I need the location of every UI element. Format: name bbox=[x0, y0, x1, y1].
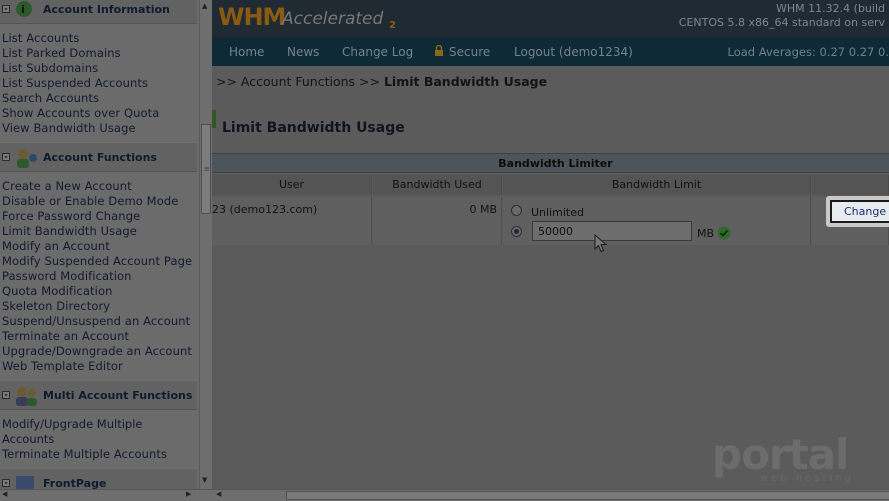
section-title: Account Functions bbox=[43, 151, 157, 164]
watermark-subtitle: web hosting bbox=[760, 473, 854, 484]
main-content: >> Account Functions >> Limit Bandwidth … bbox=[212, 66, 889, 489]
sidebar-link-modify-suspended-page[interactable]: Modify Suspended Account Page bbox=[2, 254, 197, 269]
check-icon bbox=[717, 226, 731, 240]
nav-change-log[interactable]: Change Log bbox=[342, 45, 413, 59]
unlimited-radio[interactable] bbox=[511, 205, 522, 216]
section-header-multi-account-functions[interactable]: - Multi Account Functions bbox=[0, 380, 197, 410]
column-header-action bbox=[812, 175, 889, 195]
column-header-user: User bbox=[212, 175, 372, 195]
collapse-icon[interactable]: - bbox=[2, 153, 10, 161]
scroll-up-icon[interactable]: ▲ bbox=[202, 2, 207, 10]
cell-bandwidth-limit: Unlimited MB bbox=[503, 197, 811, 245]
bandwidth-limiter-table: Bandwidth Limiter User Bandwidth Used Ba… bbox=[212, 153, 889, 245]
page-title-icon bbox=[212, 110, 216, 128]
breadcrumb-current: Limit Bandwidth Usage bbox=[383, 74, 548, 89]
sidebar-link-list-accounts[interactable]: List Accounts bbox=[2, 31, 197, 46]
sidebar-link-accounts-over-quota[interactable]: Show Accounts over Quota bbox=[2, 106, 197, 121]
nav-bar: Home News Change Log Secure Logout (demo… bbox=[212, 38, 889, 66]
section-header-frontpage[interactable]: - FrontPage bbox=[0, 468, 197, 489]
sidebar-link-search-accounts[interactable]: Search Accounts bbox=[2, 91, 197, 106]
section-title: FrontPage bbox=[43, 477, 107, 489]
breadcrumb-path[interactable]: >> Account Functions >> bbox=[216, 74, 384, 89]
account-functions-icon bbox=[17, 149, 37, 168]
bandwidth-limit-input[interactable] bbox=[532, 221, 692, 241]
sidebar-link-list-subdomains[interactable]: List Subdomains bbox=[2, 61, 197, 76]
sidebar-link-demo-mode[interactable]: Disable or Enable Demo Mode bbox=[2, 194, 197, 209]
unit-label: MB bbox=[697, 227, 715, 240]
sidebar-link-suspend-unsuspend[interactable]: Suspend/Unsuspend an Account bbox=[2, 314, 197, 329]
section-header-account-information[interactable]: - i Account Information bbox=[0, 0, 197, 24]
server-info: WHM 11.32.4 (build CENTOS 5.8 x86_64 sta… bbox=[679, 2, 885, 30]
sidebar-link-upgrade-downgrade[interactable]: Upgrade/Downgrade an Account bbox=[2, 344, 197, 359]
unlimited-label: Unlimited bbox=[531, 206, 584, 219]
nav-logout[interactable]: Logout (demo1234) bbox=[514, 45, 633, 59]
logo-version: 2 bbox=[389, 20, 396, 31]
breadcrumb: >> Account Functions >> Limit Bandwidth … bbox=[216, 74, 547, 89]
user-value: 23 (demo123.com) bbox=[212, 203, 318, 216]
watermark-logo: portal bbox=[712, 430, 849, 479]
sidebar-link-terminate-multiple[interactable]: Terminate Multiple Accounts bbox=[2, 447, 197, 462]
scroll-left-icon[interactable]: ◀ bbox=[216, 490, 221, 498]
load-averages: Load Averages: 0.27 0.27 0. bbox=[727, 45, 889, 59]
sidebar-link-force-password-change[interactable]: Force Password Change bbox=[2, 209, 197, 224]
svg-text:i: i bbox=[21, 3, 25, 16]
limit-radio[interactable] bbox=[511, 226, 522, 237]
version-line: WHM 11.32.4 (build bbox=[776, 2, 885, 15]
table-caption: Bandwidth Limiter bbox=[212, 153, 889, 173]
main-horizontal-scrollbar[interactable]: ◀ bbox=[212, 489, 889, 501]
header-bar: WHM Accelerated 2 WHM 11.32.4 (build CEN… bbox=[212, 0, 889, 38]
column-header-bandwidth-limit: Bandwidth Limit bbox=[503, 175, 811, 195]
sidebar-link-password-modification[interactable]: Password Modification bbox=[2, 269, 197, 284]
sidebar-link-list-parked-domains[interactable]: List Parked Domains bbox=[2, 46, 197, 61]
nav-news[interactable]: News bbox=[287, 45, 319, 59]
sidebar-link-modify-account[interactable]: Modify an Account bbox=[2, 239, 197, 254]
collapse-icon[interactable]: - bbox=[2, 5, 10, 13]
logo-whm: WHM bbox=[218, 3, 286, 31]
frontpage-icon bbox=[16, 476, 34, 489]
change-button[interactable]: Change bbox=[830, 200, 889, 223]
section-header-account-functions[interactable]: - Account Functions bbox=[0, 142, 197, 172]
cell-bandwidth-used: 0 MB bbox=[373, 197, 502, 245]
sidebar-link-quota-modification[interactable]: Quota Modification bbox=[2, 284, 197, 299]
section-title: Multi Account Functions bbox=[43, 389, 193, 402]
scrollbar-thumb[interactable]: ≡ bbox=[201, 124, 211, 214]
sidebar-link-skeleton-directory[interactable]: Skeleton Directory bbox=[2, 299, 197, 314]
logo-accelerated: Accelerated bbox=[282, 9, 384, 29]
scroll-right-icon[interactable]: ▶ bbox=[186, 490, 191, 498]
sidebar-link-modify-upgrade-multiple[interactable]: Modify/Upgrade Multiple Accounts bbox=[2, 417, 152, 447]
sidebar: - i Account Information List Accounts Li… bbox=[0, 0, 199, 489]
sidebar-horizontal-scrollbar[interactable]: ◀ ▶ bbox=[0, 489, 212, 501]
scroll-left-icon[interactable]: ◀ bbox=[2, 490, 7, 498]
section-title: Account Information bbox=[43, 3, 170, 16]
bandwidth-used-value: 0 MB bbox=[469, 203, 497, 216]
cell-user: 23 (demo123.com) bbox=[212, 197, 372, 245]
nav-secure[interactable]: Secure bbox=[449, 45, 490, 59]
scroll-down-icon[interactable]: ▼ bbox=[202, 476, 207, 484]
sidebar-link-limit-bandwidth-usage[interactable]: Limit Bandwidth Usage bbox=[2, 224, 197, 239]
sidebar-link-web-template-editor[interactable]: Web Template Editor bbox=[2, 359, 197, 374]
account-information-icon: i bbox=[16, 1, 32, 17]
page-title: Limit Bandwidth Usage bbox=[222, 120, 405, 136]
column-header-bandwidth-used: Bandwidth Used bbox=[373, 175, 502, 195]
os-line: CENTOS 5.8 x86_64 standard on serv bbox=[678, 16, 885, 29]
mouse-cursor-icon bbox=[594, 234, 608, 253]
sidebar-link-terminate-account[interactable]: Terminate an Account bbox=[2, 329, 197, 344]
sidebar-vertical-scrollbar[interactable]: ▲ ≡ ▼ bbox=[199, 0, 212, 489]
lock-icon bbox=[435, 45, 443, 56]
sidebar-link-list-suspended-accounts[interactable]: List Suspended Accounts bbox=[2, 76, 197, 91]
scrollbar-thumb[interactable] bbox=[286, 491, 889, 500]
collapse-icon[interactable]: - bbox=[2, 479, 10, 487]
multi-account-icon bbox=[16, 387, 37, 406]
collapse-icon[interactable]: - bbox=[2, 391, 10, 399]
sidebar-link-view-bandwidth-usage[interactable]: View Bandwidth Usage bbox=[2, 121, 197, 136]
sidebar-link-create-account[interactable]: Create a New Account bbox=[2, 179, 197, 194]
nav-home[interactable]: Home bbox=[229, 45, 264, 59]
